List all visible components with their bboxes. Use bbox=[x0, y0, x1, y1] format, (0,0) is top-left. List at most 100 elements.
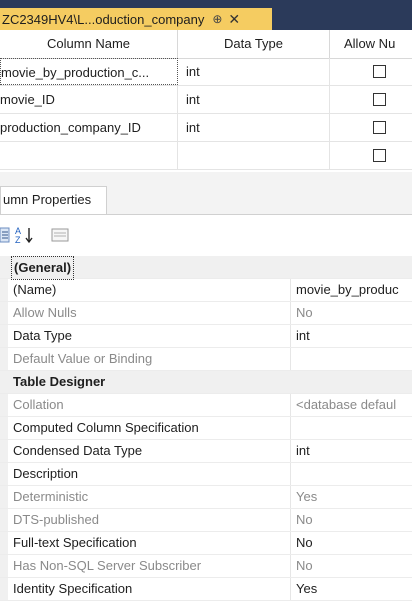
column-name-cell[interactable]: movie_by_production_c... bbox=[0, 58, 178, 85]
sort-az-icon[interactable]: A Z bbox=[14, 224, 36, 246]
property-category-table-designer[interactable]: Table Designer bbox=[0, 371, 412, 394]
property-value[interactable]: <database defaul bbox=[296, 394, 412, 416]
property-row[interactable]: (Name) movie_by_produc bbox=[0, 279, 412, 302]
column-divider bbox=[290, 509, 291, 531]
row-gutter bbox=[0, 394, 8, 416]
column-divider bbox=[290, 279, 291, 301]
row-gutter bbox=[0, 325, 8, 347]
property-name: (General) bbox=[11, 256, 75, 280]
column-header-name[interactable]: Column Name bbox=[0, 30, 178, 58]
property-name: (Name) bbox=[13, 282, 57, 297]
property-value[interactable]: Yes bbox=[296, 578, 412, 600]
property-value[interactable]: No bbox=[296, 509, 412, 531]
close-icon[interactable]: ✕ bbox=[228, 11, 240, 28]
column-header-data-type[interactable]: Data Type bbox=[178, 30, 330, 58]
property-name: Computed Column Specification bbox=[13, 420, 199, 435]
property-name: Has Non-SQL Server Subscriber bbox=[13, 558, 202, 573]
table-row[interactable]: movie_ID int bbox=[0, 86, 412, 114]
row-gutter bbox=[0, 555, 8, 577]
column-divider bbox=[290, 394, 291, 416]
column-divider bbox=[290, 555, 291, 577]
document-tab-title: ZC2349HV4\L...oduction_company bbox=[2, 11, 205, 27]
property-row[interactable]: Computed Column Specification bbox=[0, 417, 412, 440]
property-value[interactable] bbox=[296, 348, 412, 370]
column-name-cell[interactable]: movie_ID bbox=[0, 86, 178, 113]
document-tab-bar: ZC2349HV4\L...oduction_company ⊕ ✕ bbox=[0, 0, 412, 30]
allow-nulls-checkbox[interactable] bbox=[373, 121, 386, 134]
property-value[interactable]: Yes bbox=[296, 486, 412, 508]
property-value[interactable] bbox=[296, 417, 412, 439]
table-row[interactable]: movie_by_production_c... int bbox=[0, 58, 412, 86]
data-type-cell[interactable]: int bbox=[178, 58, 330, 85]
grid-header: Column Name Data Type Allow Nu bbox=[0, 30, 412, 59]
data-type-cell[interactable]: int bbox=[178, 86, 330, 113]
property-name: Deterministic bbox=[13, 489, 89, 504]
data-type-cell[interactable] bbox=[178, 142, 330, 169]
property-name: Default Value or Binding bbox=[13, 351, 153, 366]
column-divider bbox=[290, 417, 291, 439]
allow-nulls-checkbox[interactable] bbox=[373, 65, 386, 78]
column-divider bbox=[290, 440, 291, 462]
column-divider bbox=[290, 348, 291, 370]
allow-nulls-checkbox[interactable] bbox=[373, 93, 386, 106]
properties-tabstrip: umn Properties bbox=[0, 172, 412, 215]
pin-icon[interactable]: ⊕ bbox=[212, 12, 222, 26]
row-gutter bbox=[0, 302, 8, 324]
property-pages-icon-graphic bbox=[51, 228, 69, 242]
sort-az-icon-graphic: A Z bbox=[15, 226, 33, 245]
property-value[interactable]: No bbox=[296, 302, 412, 324]
table-row[interactable]: production_company_ID int bbox=[0, 114, 412, 142]
property-value[interactable] bbox=[296, 463, 412, 485]
property-name: Full-text Specification bbox=[13, 535, 137, 550]
column-divider bbox=[290, 325, 291, 347]
columns-grid: Column Name Data Type Allow Nu movie_by_… bbox=[0, 30, 412, 173]
column-divider bbox=[290, 532, 291, 554]
property-name: Condensed Data Type bbox=[13, 443, 143, 458]
property-row[interactable]: Full-text Specification No bbox=[0, 532, 412, 555]
property-row[interactable]: Collation <database defaul bbox=[0, 394, 412, 417]
allow-nulls-cell bbox=[330, 58, 412, 85]
property-row[interactable]: Condensed Data Type int bbox=[0, 440, 412, 463]
document-tab[interactable]: ZC2349HV4\L...oduction_company ⊕ ✕ bbox=[0, 8, 272, 30]
allow-nulls-cell bbox=[330, 86, 412, 113]
column-divider bbox=[290, 302, 291, 324]
property-row[interactable]: Has Non-SQL Server Subscriber No bbox=[0, 555, 412, 578]
tab-column-properties[interactable]: umn Properties bbox=[0, 186, 107, 214]
property-row[interactable]: Default Value or Binding bbox=[0, 348, 412, 371]
property-row[interactable]: Data Type int bbox=[0, 325, 412, 348]
property-row[interactable]: Description bbox=[0, 463, 412, 486]
row-gutter bbox=[0, 348, 8, 370]
property-value[interactable]: int bbox=[296, 440, 412, 462]
allow-nulls-cell bbox=[330, 142, 412, 169]
property-row[interactable]: Identity Specification Yes bbox=[0, 578, 412, 601]
row-gutter bbox=[0, 578, 8, 600]
property-value[interactable]: int bbox=[296, 325, 412, 347]
column-header-allow-nulls[interactable]: Allow Nu bbox=[330, 30, 412, 58]
column-divider bbox=[290, 486, 291, 508]
property-name: Identity Specification bbox=[13, 581, 133, 596]
row-gutter bbox=[0, 463, 8, 485]
row-gutter bbox=[0, 532, 8, 554]
column-divider bbox=[290, 578, 291, 600]
row-gutter bbox=[0, 417, 8, 439]
property-value[interactable]: No bbox=[296, 532, 412, 554]
property-name: Description bbox=[13, 466, 79, 481]
allow-nulls-checkbox[interactable] bbox=[373, 149, 386, 162]
column-name-cell[interactable]: production_company_ID bbox=[0, 114, 178, 141]
categorized-icon-graphic bbox=[0, 227, 10, 243]
property-value[interactable]: movie_by_produc bbox=[296, 279, 412, 301]
row-gutter bbox=[0, 440, 8, 462]
property-name: Allow Nulls bbox=[13, 305, 77, 320]
table-row-empty[interactable] bbox=[0, 142, 412, 170]
property-category-general[interactable]: (General) bbox=[0, 256, 412, 280]
property-pages-icon[interactable] bbox=[50, 224, 70, 246]
property-row[interactable]: Allow Nulls No bbox=[0, 302, 412, 325]
data-type-cell[interactable]: int bbox=[178, 114, 330, 141]
property-row[interactable]: DTS-published No bbox=[0, 509, 412, 532]
property-row[interactable]: Deterministic Yes bbox=[0, 486, 412, 509]
column-name-cell[interactable] bbox=[0, 142, 178, 169]
categorized-icon[interactable] bbox=[0, 224, 10, 246]
property-value[interactable]: No bbox=[296, 555, 412, 577]
property-name: Data Type bbox=[13, 328, 73, 343]
row-gutter bbox=[0, 486, 8, 508]
